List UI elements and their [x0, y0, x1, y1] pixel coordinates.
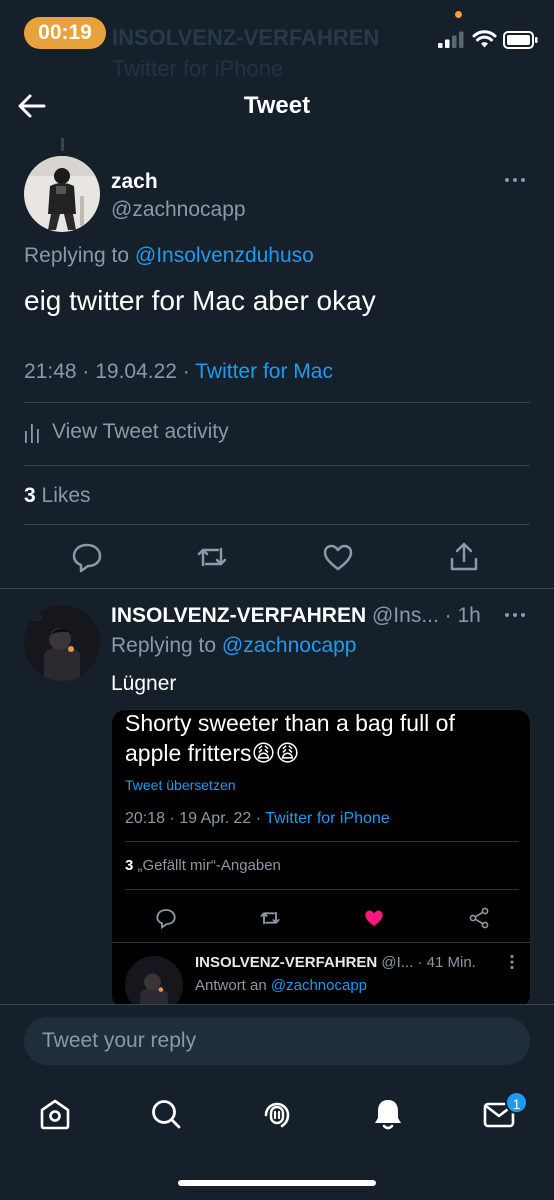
more-dots-icon: [505, 178, 525, 182]
view-activity-label: View Tweet activity: [52, 420, 229, 443]
quoted-sub-reply-to: @zachnocapp: [270, 977, 367, 994]
divider: [0, 588, 554, 589]
divider: [24, 402, 530, 403]
ghost-subtitle: Twitter for iPhone: [112, 56, 284, 81]
spaces-microphone-icon: [264, 1102, 290, 1128]
home-indicator: [178, 1180, 376, 1186]
retweet-button[interactable]: [194, 539, 230, 575]
reply-replying-prefix: Replying to: [111, 634, 222, 657]
quoted-timestamp: 20:18 · 19 Apr. 22 ·: [125, 810, 262, 827]
quoted-sub-more-icon: [509, 954, 515, 970]
reply-input[interactable]: Tweet your reply: [24, 1017, 530, 1065]
messages-badge: 1: [505, 1091, 528, 1114]
quoted-meta: 20:18 · 19 Apr. 22 · Twitter for iPhone: [125, 810, 390, 828]
avatar-zach[interactable]: [24, 156, 100, 232]
quoted-text-line1: Shorty sweeter than a bag full of: [125, 710, 455, 736]
more-options-button[interactable]: [503, 168, 527, 192]
reply-header: INSOLVENZ-VERFAHREN @Ins... · 1h: [111, 604, 481, 628]
battery-icon: [503, 31, 538, 49]
tweet-source-link[interactable]: Twitter for Mac: [195, 360, 333, 383]
replying-to: Replying to @Insolvenzduhuso: [24, 244, 314, 268]
privacy-indicator: [455, 11, 462, 18]
tweet-text: eig twitter for Mac aber okay: [24, 285, 376, 316]
quoted-likes: 3 „Gefällt mir“-Angaben: [125, 857, 281, 874]
comment-icon: [72, 543, 102, 573]
quoted-text-line2: apple fritters😩😩: [125, 740, 300, 766]
quoted-divider: [125, 889, 519, 890]
page-title: Tweet: [243, 92, 311, 119]
reply-more-options-button[interactable]: [503, 603, 527, 627]
tweet-meta: 21:48 · 19.04.22 · Twitter for Mac: [24, 360, 333, 384]
reply-author-name[interactable]: INSOLVENZ-VERFAHREN: [111, 604, 366, 627]
tweet-timestamp: 21:48 · 19.04.22 ·: [24, 360, 190, 383]
view-activity-button[interactable]: View Tweet activity: [24, 420, 229, 444]
reply-replying-to: Replying to @zachnocapp: [111, 634, 356, 658]
quoted-source: Twitter for iPhone: [265, 810, 390, 827]
quoted-comment-icon: [154, 906, 178, 930]
likes-count: 3: [24, 484, 36, 507]
search-icon: [152, 1100, 181, 1129]
divider: [24, 465, 530, 466]
more-dots-icon: [505, 613, 525, 617]
replying-to-link[interactable]: @Insolvenzduhuso: [135, 244, 314, 267]
tab-notifications[interactable]: [369, 1095, 407, 1133]
quoted-likes-label: „Gefällt mir“-Angaben: [137, 857, 281, 874]
share-icon: [450, 542, 478, 571]
home-icon: [40, 1099, 70, 1130]
tab-search[interactable]: [147, 1095, 185, 1133]
tab-home[interactable]: [36, 1095, 74, 1133]
ghost-title: INSOLVENZ-VERFAHREN: [112, 25, 380, 50]
divider: [24, 524, 530, 525]
quoted-sub-time: · 41 Min.: [417, 954, 476, 971]
author-handle[interactable]: @zachnocapp: [111, 198, 246, 222]
quoted-divider: [112, 942, 530, 943]
status-time: 00:19: [24, 17, 106, 49]
wifi-icon: [472, 29, 497, 49]
likes-row[interactable]: 3 Likes: [24, 484, 91, 508]
quoted-sub-handle: @I...: [381, 954, 414, 971]
quoted-retweet-icon: [258, 906, 282, 930]
quoted-sub-header: INSOLVENZ-VERFAHREN @I... · 41 Min.: [195, 954, 476, 971]
reply-text: Lügner: [111, 672, 177, 695]
bell-icon: [375, 1100, 401, 1130]
quoted-sub-avatar: [125, 956, 183, 1008]
retweet-icon: [197, 547, 227, 567]
like-button[interactable]: [320, 539, 356, 575]
author-name[interactable]: zach: [111, 170, 158, 194]
reply-replying-to-link[interactable]: @zachnocapp: [222, 634, 357, 657]
quoted-translate: Tweet übersetzen: [125, 777, 236, 793]
thread-line: [61, 138, 64, 151]
quoted-heart-filled-icon: [362, 906, 386, 930]
quoted-likes-count: 3: [125, 857, 134, 874]
reply-author-handle[interactable]: @Ins...: [372, 604, 439, 627]
share-button[interactable]: [446, 539, 482, 575]
quoted-share-icon: [467, 906, 491, 930]
signal-icon: [438, 31, 466, 48]
analytics-icon: [25, 424, 39, 443]
reply-button[interactable]: [69, 539, 105, 575]
quoted-sub-name: INSOLVENZ-VERFAHREN: [195, 954, 378, 971]
heart-icon: [323, 544, 353, 571]
likes-label: Likes: [41, 484, 91, 507]
attached-image[interactable]: Shorty sweeter than a bag full of apple …: [111, 709, 531, 1009]
reply-time: · 1h: [444, 604, 481, 627]
tab-spaces[interactable]: [258, 1095, 296, 1133]
quoted-divider: [125, 841, 519, 842]
avatar-insolvenz[interactable]: [24, 605, 100, 681]
quoted-sub-reply-prefix: Antwort an: [195, 977, 271, 994]
quoted-sub-reply: Antwort an @zachnocapp: [195, 977, 367, 994]
replying-prefix: Replying to: [24, 244, 135, 267]
